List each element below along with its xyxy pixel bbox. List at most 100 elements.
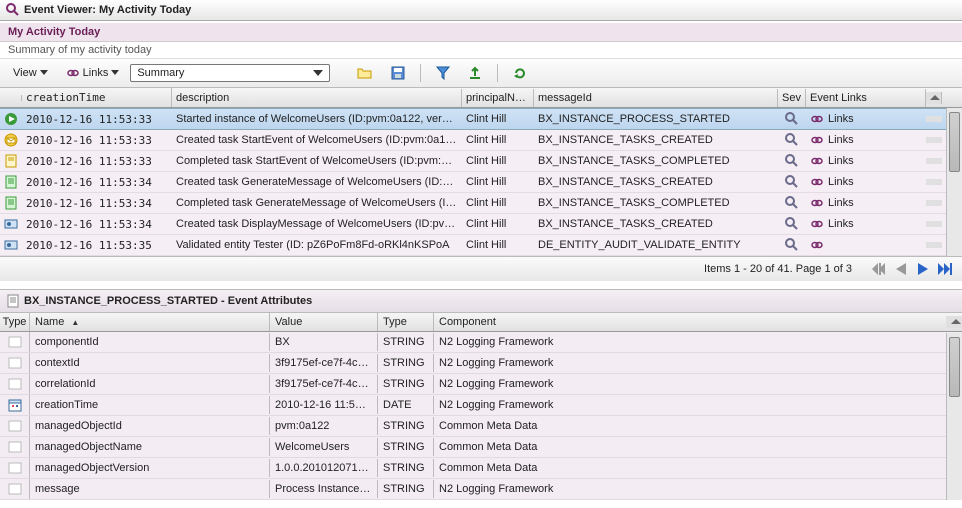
severity-button[interactable] <box>778 214 806 234</box>
links-label: Links <box>828 176 854 188</box>
col-creationTime[interactable]: creationTime <box>22 88 172 107</box>
attr-row[interactable]: correlationId3f9175ef-ce7f-4cc1-STRINGN2… <box>0 374 962 395</box>
links-label: Links <box>828 134 854 146</box>
attr-row[interactable]: contextId3f9175ef-ce7f-4cc1-STRINGN2 Log… <box>0 353 962 374</box>
prev-page-button[interactable] <box>892 261 910 277</box>
scroll-header-gap <box>946 316 962 328</box>
summary-select[interactable]: Summary <box>130 64 330 82</box>
export-button[interactable] <box>461 63 489 83</box>
attr-type-icon <box>0 395 30 415</box>
cell-time: 2010-12-16 11:53:34 <box>22 194 172 213</box>
next-page-button[interactable] <box>914 261 932 277</box>
attr-type-icon <box>0 479 30 499</box>
first-page-button[interactable] <box>870 261 888 277</box>
col-attr-type[interactable]: Type <box>378 313 434 331</box>
attr-row[interactable]: managedObjectNameWelcomeUsersSTRINGCommo… <box>0 437 962 458</box>
scroll-thumb[interactable] <box>949 337 960 397</box>
pager-text: Items 1 - 20 of 41. Page 1 of 3 <box>704 263 852 275</box>
col-description[interactable]: description <box>172 89 462 107</box>
cell-time: 2010-12-16 11:53:34 <box>22 173 172 192</box>
row-type-icon <box>0 172 22 192</box>
links-dropdown[interactable]: Links <box>59 64 127 82</box>
funnel-icon <box>436 66 450 80</box>
links-cell[interactable]: Links <box>806 173 926 191</box>
attr-type: DATE <box>378 396 434 414</box>
col-attr-typeicon[interactable]: Type <box>0 313 30 331</box>
attributes-grid: Type Name ▲ Value Type Component compone… <box>0 313 962 500</box>
col-eventLinks[interactable]: Event Links <box>806 89 926 107</box>
open-button[interactable] <box>350 63 380 83</box>
attr-component: Common Meta Data <box>434 459 946 477</box>
events-grid: creationTime description principalName m… <box>0 88 962 256</box>
cell-messageId: DE_ENTITY_AUDIT_VALIDATE_ENTITY <box>534 236 778 254</box>
attr-value: 1.0.0.201012071417 <box>270 459 378 477</box>
attr-component: Common Meta Data <box>434 438 946 456</box>
attr-type-icon <box>0 437 30 457</box>
scroll-thumb[interactable] <box>949 112 960 172</box>
links-cell[interactable]: Links <box>806 152 926 170</box>
grid-header-row: creationTime description principalName m… <box>0 88 962 108</box>
severity-button[interactable] <box>778 151 806 171</box>
vertical-scrollbar[interactable] <box>946 333 962 500</box>
export-icon <box>468 66 482 80</box>
attr-component: N2 Logging Framework <box>434 354 946 372</box>
links-cell[interactable]: Links <box>806 194 926 212</box>
severity-button[interactable] <box>778 109 806 129</box>
attr-header-row: Type Name ▲ Value Type Component <box>0 313 962 332</box>
links-cell[interactable]: Links <box>806 131 926 149</box>
attr-name: managedObjectName <box>30 438 270 456</box>
links-cell[interactable]: Links <box>806 110 926 128</box>
row-type-icon <box>0 193 22 213</box>
col-severity[interactable]: Sev <box>778 89 806 107</box>
filter-button[interactable] <box>429 63 457 83</box>
attr-row[interactable]: creationTime2010-12-16 11:53:3:DATEN2 Lo… <box>0 395 962 416</box>
severity-button[interactable] <box>778 193 806 213</box>
table-row[interactable]: 2010-12-16 11:53:34Created task Generate… <box>0 172 962 193</box>
col-attr-name[interactable]: Name ▲ <box>30 313 270 331</box>
severity-button[interactable] <box>778 172 806 192</box>
attr-row[interactable]: managedObjectIdpvm:0a122STRINGCommon Met… <box>0 416 962 437</box>
attr-value: BX <box>270 333 378 351</box>
table-row[interactable]: 2010-12-16 11:53:33Started instance of W… <box>0 108 962 130</box>
attr-component: N2 Logging Framework <box>434 480 946 498</box>
links-cell[interactable] <box>806 236 926 254</box>
col-icon[interactable] <box>0 95 22 101</box>
attr-row[interactable]: componentIdBXSTRINGN2 Logging Framework <box>0 332 962 353</box>
detail-title: BX_INSTANCE_PROCESS_STARTED - Event Attr… <box>24 295 312 307</box>
table-row[interactable]: 2010-12-16 11:53:34Completed task Genera… <box>0 193 962 214</box>
attr-name: componentId <box>30 333 270 351</box>
attr-row[interactable]: managedObjectVersion1.0.0.201012071417ST… <box>0 458 962 479</box>
view-dropdown[interactable]: View <box>6 64 55 82</box>
cell-principal: Clint Hill <box>462 236 534 254</box>
col-principalName[interactable]: principalName <box>462 89 534 107</box>
section-summary: Summary of my activity today <box>0 42 962 59</box>
attr-type-icon <box>0 353 30 373</box>
links-cell[interactable]: Links <box>806 215 926 233</box>
table-row[interactable]: 2010-12-16 11:53:34Created task DisplayM… <box>0 214 962 235</box>
save-button[interactable] <box>384 63 412 83</box>
cell-time: 2010-12-16 11:53:33 <box>22 131 172 150</box>
severity-button[interactable] <box>778 235 806 255</box>
attr-type: STRING <box>378 417 434 435</box>
doc-icon <box>6 294 20 308</box>
col-attr-component[interactable]: Component <box>434 313 946 331</box>
cell-principal: Clint Hill <box>462 152 534 170</box>
table-row[interactable]: 2010-12-16 11:53:33Created task StartEve… <box>0 130 962 151</box>
attr-type: STRING <box>378 354 434 372</box>
last-page-button[interactable] <box>936 261 954 277</box>
cell-messageId: BX_INSTANCE_TASKS_COMPLETED <box>534 194 778 212</box>
attr-name: creationTime <box>30 396 270 414</box>
col-attr-value[interactable]: Value <box>270 313 378 331</box>
cell-description: Created task GenerateMessage of WelcomeU… <box>172 173 462 191</box>
col-messageId[interactable]: messageId <box>534 89 778 107</box>
attr-value: 3f9175ef-ce7f-4cc1- <box>270 375 378 393</box>
cell-time: 2010-12-16 11:53:33 <box>22 152 172 171</box>
severity-button[interactable] <box>778 130 806 150</box>
attr-value: 3f9175ef-ce7f-4cc1- <box>270 354 378 372</box>
attr-row[interactable]: messageProcess Instance staSTRINGN2 Logg… <box>0 479 962 500</box>
table-row[interactable]: 2010-12-16 11:53:35Validated entity Test… <box>0 235 962 256</box>
attr-type: STRING <box>378 438 434 456</box>
refresh-button[interactable] <box>506 63 534 83</box>
vertical-scrollbar[interactable] <box>946 108 962 256</box>
table-row[interactable]: 2010-12-16 11:53:33Completed task StartE… <box>0 151 962 172</box>
